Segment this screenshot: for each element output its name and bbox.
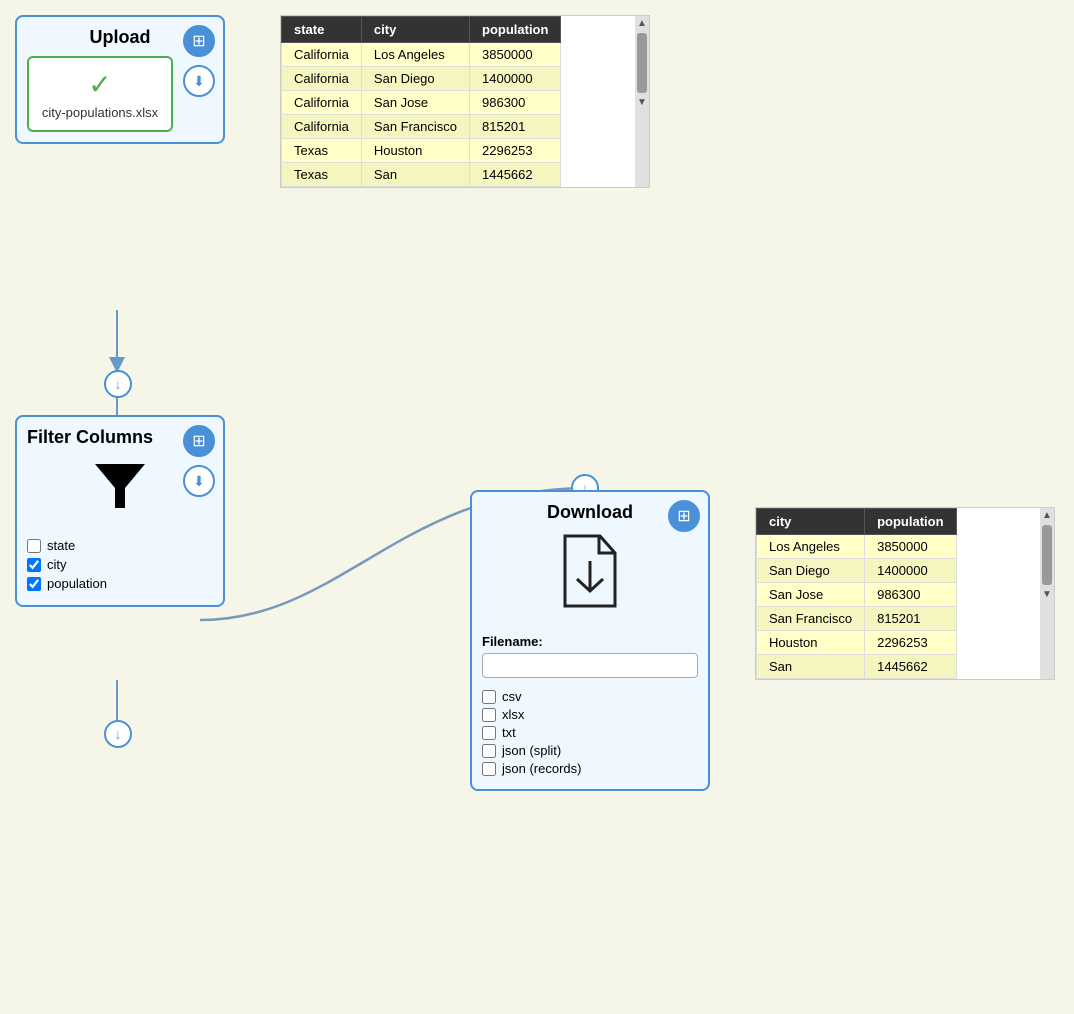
column-checkboxes: state city population (27, 538, 213, 591)
download-table: city population Los Angeles3850000San Di… (756, 508, 957, 679)
format-options: csv xlsx txt json (split) json (records) (482, 689, 698, 776)
checkbox-state-input[interactable] (27, 539, 41, 553)
arrow-down-icon-2: ↓ (115, 726, 122, 742)
upload-table-scrollbar[interactable]: ▲ ▼ (635, 16, 649, 187)
checkbox-state-label: state (47, 538, 75, 553)
format-csv-label: csv (502, 689, 522, 704)
filename-label: Filename: (482, 634, 698, 649)
table-row: San1445662 (757, 655, 957, 679)
download-scrollbar-up[interactable]: ▲ (1040, 508, 1054, 523)
format-json-split[interactable]: json (split) (482, 743, 698, 758)
file-box[interactable]: ✓ city-populations.xlsx (27, 56, 173, 132)
download-node: Download ⊞ Filename: csv xlsx txt json (… (470, 490, 710, 791)
scrollbar-down-arrow[interactable]: ▼ (635, 95, 649, 110)
download-table-scroll[interactable]: city population Los Angeles3850000San Di… (756, 508, 1054, 679)
format-txt[interactable]: txt (482, 725, 698, 740)
table-row: CaliforniaSan Francisco815201 (282, 115, 561, 139)
table-row: CaliforniaLos Angeles3850000 (282, 43, 561, 67)
checkbox-population[interactable]: population (27, 576, 213, 591)
download-table-container: city population Los Angeles3850000San Di… (755, 507, 1055, 680)
table-row: CaliforniaSan Diego1400000 (282, 67, 561, 91)
download-scrollbar-down[interactable]: ▼ (1040, 587, 1054, 602)
upload-grid-button[interactable]: ⊞ (183, 25, 215, 57)
download-scrollbar-thumb[interactable] (1042, 525, 1052, 585)
checkbox-population-input[interactable] (27, 577, 41, 591)
upload-node: Upload ⊞ ⬇ ✓ city-populations.xlsx (15, 15, 225, 144)
format-csv[interactable]: csv (482, 689, 698, 704)
checkbox-state[interactable]: state (27, 538, 213, 553)
connector-circle-2: ↓ (104, 720, 132, 748)
filename-input[interactable] (482, 653, 698, 678)
format-json-split-label: json (split) (502, 743, 561, 758)
table-row: Los Angeles3850000 (757, 535, 957, 559)
table-row: TexasHouston2296253 (282, 139, 561, 163)
format-xlsx-label: xlsx (502, 707, 524, 722)
table-row: San Francisco815201 (757, 607, 957, 631)
filter-grid-button[interactable]: ⊞ (183, 425, 215, 457)
check-icon: ✓ (39, 68, 161, 101)
download-table-header-city: city (757, 509, 865, 535)
format-csv-checkbox[interactable] (482, 690, 496, 704)
format-json-split-checkbox[interactable] (482, 744, 496, 758)
table-row: San Jose986300 (757, 583, 957, 607)
table-row: CaliforniaSan Jose986300 (282, 91, 561, 115)
format-txt-label: txt (502, 725, 516, 740)
funnel-icon (27, 456, 213, 528)
upload-table-scroll[interactable]: state city population CaliforniaLos Ange… (281, 16, 649, 187)
upload-table-header-city: city (361, 17, 469, 43)
scrollbar-thumb[interactable] (637, 33, 647, 93)
table-row: San Diego1400000 (757, 559, 957, 583)
format-json-records-checkbox[interactable] (482, 762, 496, 776)
format-json-records-label: json (records) (502, 761, 581, 776)
download-table-header-population: population (865, 509, 956, 535)
arrow-down-icon-1: ↓ (115, 376, 122, 392)
upload-table-container: state city population CaliforniaLos Ange… (280, 15, 650, 188)
checkbox-city-input[interactable] (27, 558, 41, 572)
filter-download-button[interactable]: ⬇ (183, 465, 215, 497)
download-file-icon (482, 531, 698, 626)
connector-circle-1: ↓ (104, 370, 132, 398)
file-name: city-populations.xlsx (39, 105, 161, 120)
download-title: Download (482, 502, 698, 523)
format-xlsx[interactable]: xlsx (482, 707, 698, 722)
checkbox-city[interactable]: city (27, 557, 213, 572)
format-json-records[interactable]: json (records) (482, 761, 698, 776)
checkbox-city-label: city (47, 557, 67, 572)
upload-table-header-population: population (470, 17, 561, 43)
download-table-scrollbar[interactable]: ▲ ▼ (1040, 508, 1054, 679)
format-xlsx-checkbox[interactable] (482, 708, 496, 722)
upload-download-button[interactable]: ⬇ (183, 65, 215, 97)
checkbox-population-label: population (47, 576, 107, 591)
download-grid-button[interactable]: ⊞ (668, 500, 700, 532)
upload-table-header-state: state (282, 17, 362, 43)
format-txt-checkbox[interactable] (482, 726, 496, 740)
filter-node: Filter Columns ⊞ ⬇ state city population (15, 415, 225, 607)
table-row: Houston2296253 (757, 631, 957, 655)
upload-table: state city population CaliforniaLos Ange… (281, 16, 561, 187)
scrollbar-up-arrow[interactable]: ▲ (635, 16, 649, 31)
table-row: TexasSan1445662 (282, 163, 561, 187)
